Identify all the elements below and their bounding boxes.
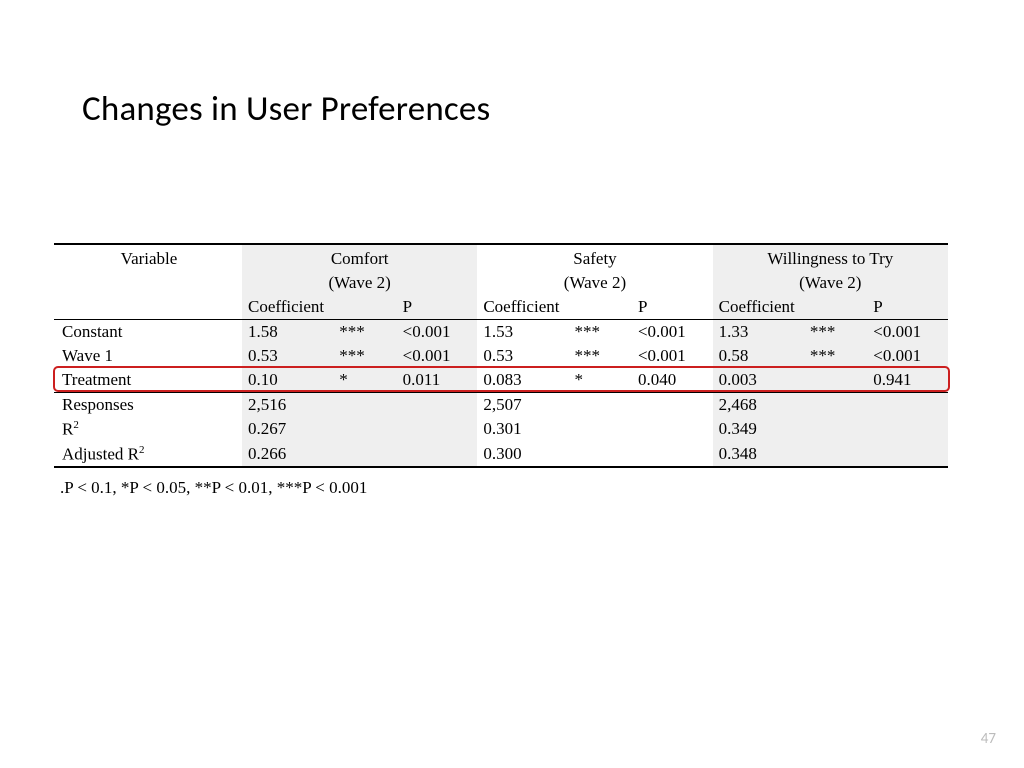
subhdr-p-2: P — [632, 295, 713, 320]
col-group-safety: Safety — [477, 244, 712, 271]
cell-p: 0.011 — [397, 368, 478, 393]
cell-p: <0.001 — [632, 344, 713, 368]
cell-sig: *** — [333, 344, 396, 368]
cell-sig — [804, 368, 867, 393]
cell-coef: 0.083 — [477, 368, 568, 393]
table-row-summary: R2 0.267 0.301 0.349 — [54, 417, 948, 442]
cell-p: <0.001 — [867, 344, 948, 368]
subhdr-coef-2: Coefficient — [477, 295, 568, 320]
cell-p: <0.001 — [397, 344, 478, 368]
cell-val: 0.267 — [242, 417, 477, 442]
col-header-variable: Variable — [54, 244, 242, 295]
slide: Changes in User Preferences Variable Com… — [0, 0, 1024, 768]
cell-label-r2: R2 — [54, 417, 242, 442]
slide-title: Changes in User Preferences — [82, 88, 490, 130]
page-number: 47 — [981, 730, 996, 748]
cell-coef: 0.53 — [477, 344, 568, 368]
cell-p: 0.040 — [632, 368, 713, 393]
cell-val: 0.301 — [477, 417, 712, 442]
cell-coef: 0.53 — [242, 344, 333, 368]
col-group-safety-sub: (Wave 2) — [477, 271, 712, 295]
cell-sig: *** — [569, 344, 632, 368]
cell-coef: 1.58 — [242, 320, 333, 345]
cell-val: 2,516 — [242, 393, 477, 418]
cell-label: Wave 1 — [54, 344, 242, 368]
cell-label-adjr2: Adjusted R2 — [54, 442, 242, 468]
cell-sig: *** — [333, 320, 396, 345]
cell-coef: 1.53 — [477, 320, 568, 345]
cell-val: 0.266 — [242, 442, 477, 468]
cell-p: 0.941 — [867, 368, 948, 393]
cell-coef: 1.33 — [713, 320, 804, 345]
cell-coef: 0.58 — [713, 344, 804, 368]
cell-p: <0.001 — [632, 320, 713, 345]
cell-label: Constant — [54, 320, 242, 345]
cell-val: 2,468 — [713, 393, 948, 418]
cell-sig: * — [569, 368, 632, 393]
cell-sig: *** — [804, 320, 867, 345]
regression-table: Variable Comfort Safety Willingness to T… — [54, 243, 948, 468]
cell-val: 0.348 — [713, 442, 948, 468]
cell-sig: *** — [804, 344, 867, 368]
table-row: Wave 1 0.53 *** <0.001 0.53 *** <0.001 0… — [54, 344, 948, 368]
cell-label: Responses — [54, 393, 242, 418]
subhdr-coef-1: Coefficient — [242, 295, 333, 320]
cell-p: <0.001 — [397, 320, 478, 345]
col-group-willingness: Willingness to Try — [713, 244, 948, 271]
cell-label: Treatment — [54, 368, 242, 393]
table-row: Constant 1.58 *** <0.001 1.53 *** <0.001… — [54, 320, 948, 345]
col-group-willingness-sub: (Wave 2) — [713, 271, 948, 295]
table-row-treatment: Treatment 0.10 * 0.011 0.083 * 0.040 0.0… — [54, 368, 948, 393]
cell-val: 0.349 — [713, 417, 948, 442]
cell-val: 0.300 — [477, 442, 712, 468]
subhdr-p-3: P — [867, 295, 948, 320]
cell-p: <0.001 — [867, 320, 948, 345]
table-row-summary: Adjusted R2 0.266 0.300 0.348 — [54, 442, 948, 468]
subhdr-coef-3: Coefficient — [713, 295, 804, 320]
cell-val: 2,507 — [477, 393, 712, 418]
cell-coef: 0.10 — [242, 368, 333, 393]
cell-coef: 0.003 — [713, 368, 804, 393]
cell-sig: * — [333, 368, 396, 393]
col-group-comfort: Comfort — [242, 244, 477, 271]
cell-sig: *** — [569, 320, 632, 345]
table-row-summary: Responses 2,516 2,507 2,468 — [54, 393, 948, 418]
subhdr-p-1: P — [397, 295, 478, 320]
col-group-comfort-sub: (Wave 2) — [242, 271, 477, 295]
significance-footnote: .P < 0.1, *P < 0.05, **P < 0.01, ***P < … — [60, 478, 367, 498]
